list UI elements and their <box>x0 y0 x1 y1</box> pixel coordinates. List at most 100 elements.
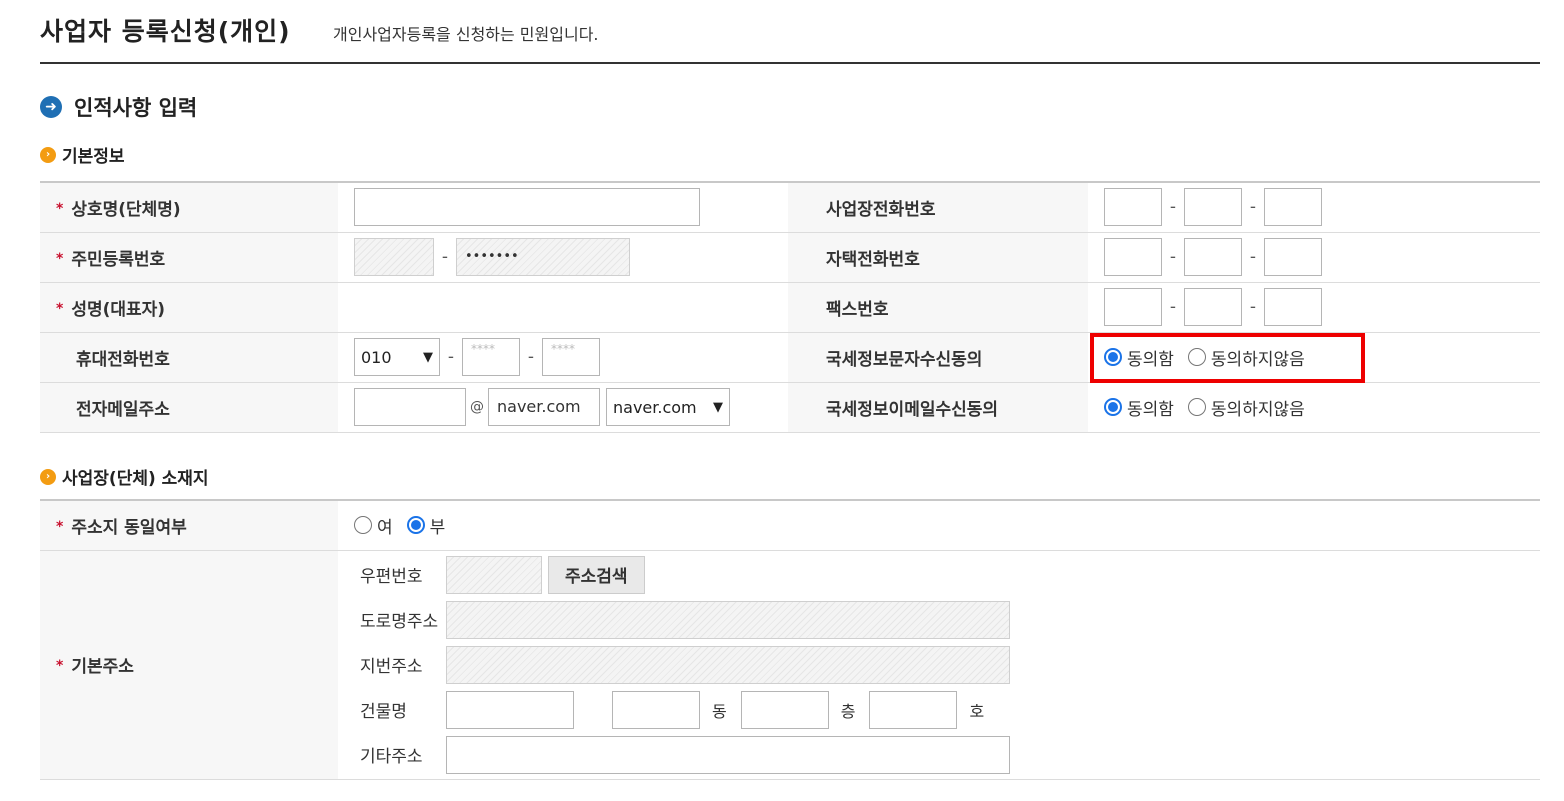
biz-phone-label: 사업장전화번호 <box>826 199 936 220</box>
floor-input[interactable] <box>740 690 829 729</box>
highlight-box <box>1090 333 1365 383</box>
dash: - <box>527 347 535 367</box>
radio-unchecked-icon <box>1187 398 1206 416</box>
road-address-label: 도로명주소 <box>360 612 439 632</box>
dash: - <box>441 247 449 267</box>
email-agree-radio[interactable]: 동의함 <box>1104 395 1174 420</box>
lot-address-input <box>446 645 1010 684</box>
building-name-input[interactable] <box>446 690 574 729</box>
email-domain-select[interactable]: naver.com ▼ <box>606 388 730 426</box>
radio-unchecked-icon <box>354 516 372 535</box>
arrow-right-icon: ➜ <box>40 96 62 118</box>
dash: - <box>1249 197 1257 218</box>
sms-consent-label-cell: 국세정보문자수신동의 <box>788 332 1088 383</box>
same-yes-radio[interactable]: 여 <box>354 513 393 538</box>
table-row: * 주소지 동일여부 여부 <box>40 499 1540 551</box>
dash: - <box>1169 247 1177 267</box>
zip-label: 우편번호 <box>360 567 423 587</box>
email-cell: @ naver.com naver.com ▼ <box>338 382 788 433</box>
section-title: ➜ 인적사항 입력 <box>40 92 197 122</box>
mobile-label-cell: 휴대전화번호 <box>40 332 338 383</box>
chevron-down-icon: ▼ <box>423 349 433 365</box>
same-label-cell: * 주소지 동일여부 <box>40 499 338 551</box>
home-phone-2-input[interactable] <box>1184 238 1242 276</box>
table-row: * 기본주소 우편번호 주소검색 도로명주소 지번주소 건물명 동 층 호 기타… <box>40 550 1540 780</box>
radio-checked-icon <box>406 516 425 535</box>
basic-info-table: * 상호명(단체명) 사업장전화번호 -- * 주민등록번호 - ••••••• 자택… <box>40 181 1540 433</box>
company-name-input[interactable] <box>354 188 700 227</box>
address-label-cell: * 기본주소 <box>40 550 338 780</box>
home-phone-cell: -- <box>1088 232 1540 283</box>
email-id-input[interactable] <box>354 388 466 426</box>
ho-input[interactable] <box>869 690 958 729</box>
building-row: 건물명 동 층 호 <box>338 687 1540 732</box>
name-label-cell: * 성명(대표자) <box>40 282 338 333</box>
zip-row: 우편번호 주소검색 <box>338 552 1540 597</box>
sms-consent-label: 국세정보문자수신동의 <box>826 349 983 370</box>
dong-unit: 동 <box>712 701 727 721</box>
rrn-back-input: ••••••• <box>456 238 630 276</box>
email-consent-label-cell: 국세정보이메일수신동의 <box>788 382 1088 433</box>
table-row: * 주민등록번호 - ••••••• 자택전화번호 -- <box>40 232 1540 283</box>
fax-1-input[interactable] <box>1104 288 1162 326</box>
table-row: 전자메일주소 @ naver.com naver.com ▼ 국세정보이메일수신동의 … <box>40 382 1540 433</box>
biz-phone-3-input[interactable] <box>1264 188 1322 227</box>
email-at-sign: @ <box>470 399 484 415</box>
other-address-input[interactable] <box>446 735 1010 774</box>
ho-unit: 호 <box>969 701 985 721</box>
same-no-radio[interactable]: 부 <box>406 513 446 538</box>
company-label-cell: * 상호명(단체명) <box>40 181 338 233</box>
radio-checked-icon <box>1104 398 1122 416</box>
road-address-input <box>446 600 1010 639</box>
other-address-label: 기타주소 <box>360 747 423 767</box>
same-no-label: 부 <box>429 517 446 538</box>
mobile-cell: 010 ▼ - **** - **** <box>338 332 788 383</box>
fax-2-input[interactable] <box>1184 288 1242 326</box>
mobile-prefix-value: 010 <box>361 347 392 367</box>
mobile-2-input[interactable]: **** <box>462 338 520 376</box>
home-phone-label-cell: 자택전화번호 <box>788 232 1088 283</box>
name-label: 성명(대표자) <box>71 299 166 320</box>
location-title-text: 사업장(단체) 소재지 <box>62 469 209 489</box>
required-marker: * <box>56 658 64 674</box>
table-row: * 성명(대표자) 팩스번호 -- <box>40 282 1540 333</box>
biz-phone-cell: -- <box>1088 181 1540 233</box>
home-phone-1-input[interactable] <box>1104 238 1162 276</box>
email-consent-cell: 동의함 동의하지않음 <box>1088 382 1540 433</box>
page-header: 사업자 등록신청(개인) 개인사업자등록을 신청하는 민원입니다. <box>40 8 1540 64</box>
email-consent-label: 국세정보이메일수신동의 <box>826 399 999 420</box>
chevron-down-icon: ▼ <box>713 399 723 415</box>
biz-phone-1-input[interactable] <box>1104 188 1162 227</box>
address-search-button[interactable]: 주소검색 <box>548 555 645 594</box>
fax-3-input[interactable] <box>1264 288 1322 326</box>
email-disagree-radio[interactable]: 동의하지않음 <box>1187 395 1305 420</box>
mobile-prefix-select[interactable]: 010 ▼ <box>354 338 440 376</box>
dong-input[interactable] <box>612 690 700 729</box>
mobile-3-input[interactable]: **** <box>542 338 600 376</box>
email-domain-input[interactable]: naver.com <box>488 388 600 426</box>
mobile-label: 휴대전화번호 <box>76 349 170 370</box>
company-cell <box>338 181 788 233</box>
fax-label-cell: 팩스번호 <box>788 282 1088 333</box>
biz-phone-label-cell: 사업장전화번호 <box>788 181 1088 233</box>
dash: - <box>1249 297 1257 317</box>
email-agree-label: 동의함 <box>1127 399 1174 420</box>
biz-phone-2-input[interactable] <box>1184 188 1242 227</box>
address-label: 기본주소 <box>71 657 134 677</box>
basic-info-title: › 기본정보 <box>40 142 125 167</box>
email-label: 전자메일주소 <box>76 399 170 420</box>
same-address-label: 주소지 동일여부 <box>71 517 187 538</box>
other-row: 기타주소 <box>338 732 1540 777</box>
home-phone-3-input[interactable] <box>1264 238 1322 276</box>
zip-input <box>446 555 542 594</box>
dash: - <box>447 347 455 367</box>
company-label: 상호명(단체명) <box>71 199 181 220</box>
lot-row: 지번주소 <box>338 642 1540 687</box>
basic-info-title-text: 기본정보 <box>62 147 125 167</box>
fax-label: 팩스번호 <box>826 299 889 320</box>
rrn-label-cell: * 주민등록번호 <box>40 232 338 283</box>
dash: - <box>1169 197 1177 218</box>
same-address-cell: 여부 <box>338 499 1540 551</box>
floor-unit: 층 <box>840 701 856 721</box>
location-table: * 주소지 동일여부 여부 * 기본주소 우편번호 주소검색 도로명주소 지번주소 … <box>40 499 1540 780</box>
